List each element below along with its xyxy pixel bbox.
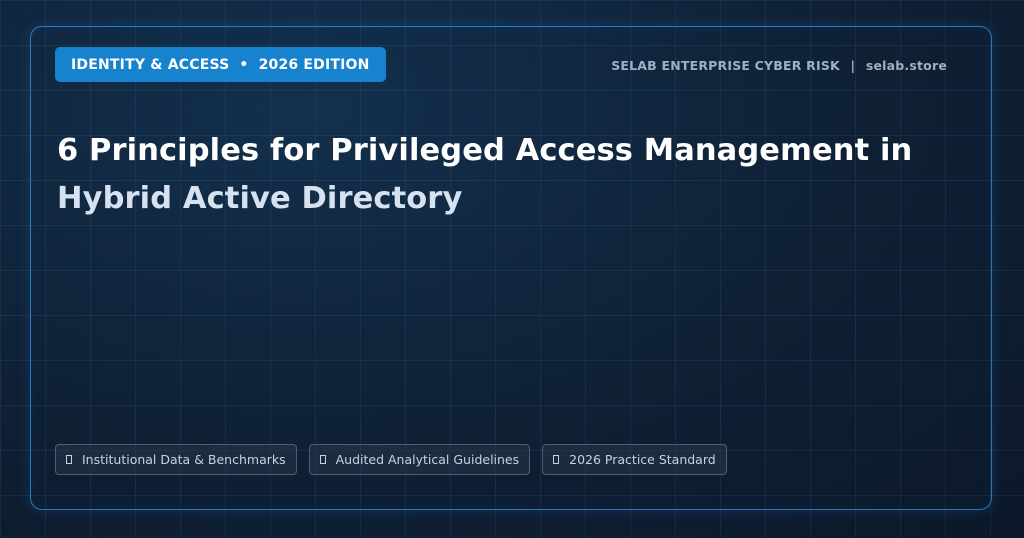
- pill-audited-guidelines: Audited Analytical Guidelines: [308, 444, 531, 475]
- pill-label: 2026 Practice Standard: [569, 452, 716, 467]
- article-banner: IDENTITY & ACCESS • 2026 EDITION SELAB E…: [0, 0, 1024, 538]
- brand-separator: |: [850, 58, 856, 73]
- category-badge: IDENTITY & ACCESS • 2026 EDITION: [55, 47, 386, 82]
- placeholder-glyph-icon: [319, 455, 326, 464]
- title-line-1: 6 Principles for Privileged Access Manag…: [57, 133, 913, 168]
- brand-site: selab.store: [865, 58, 947, 73]
- page-title: 6 Principles for Privileged Access Manag…: [57, 127, 937, 223]
- card-frame: [30, 26, 992, 510]
- brand-name: SELAB ENTERPRISE CYBER RISK: [611, 58, 840, 73]
- edition-label: 2026 EDITION: [258, 56, 370, 73]
- placeholder-glyph-icon: [553, 455, 560, 464]
- feature-pills: Institutional Data & Benchmarks Audited …: [55, 444, 727, 475]
- pill-label: Audited Analytical Guidelines: [335, 452, 520, 467]
- badge-separator: •: [239, 56, 249, 73]
- placeholder-glyph-icon: [66, 455, 72, 464]
- pill-institutional-data: Institutional Data & Benchmarks: [55, 444, 297, 475]
- brand-line: SELAB ENTERPRISE CYBER RISK | selab.stor…: [611, 58, 947, 73]
- pill-label: Institutional Data & Benchmarks: [82, 452, 286, 467]
- pill-practice-standard: 2026 Practice Standard: [542, 444, 727, 475]
- title-line-2: Hybrid Active Directory: [57, 181, 463, 216]
- category-label: IDENTITY & ACCESS: [71, 56, 230, 73]
